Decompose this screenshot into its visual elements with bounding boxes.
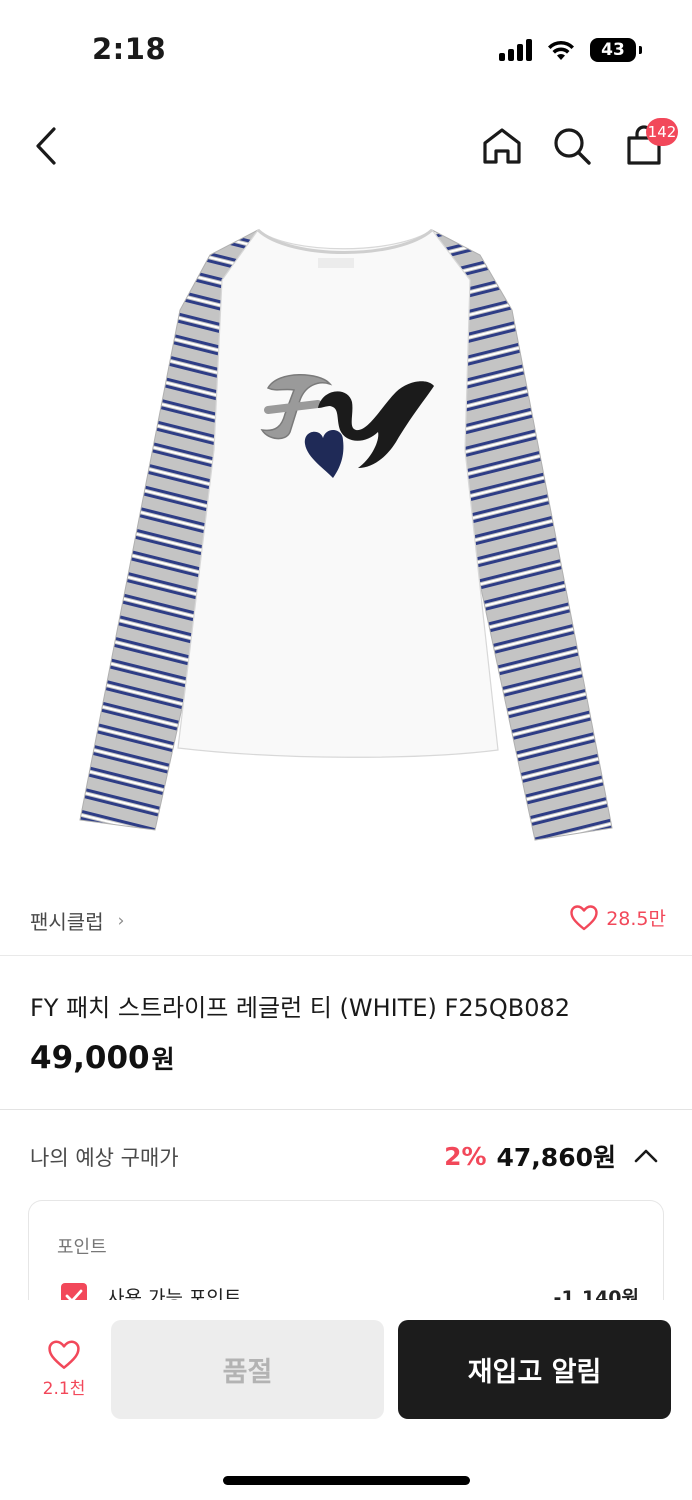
home-button[interactable] — [476, 120, 528, 172]
product-name: FY 패치 스트라이프 레글런 티 (WHITE) F25QB082 — [30, 994, 571, 1022]
price-unit: 원 — [151, 1045, 175, 1074]
divider — [0, 1109, 692, 1110]
top-nav-bar — [0, 110, 692, 182]
checkmark-icon — [65, 1289, 83, 1300]
status-bar: 2:18 43 — [0, 0, 692, 100]
expected-price-toggle[interactable]: 나의 예상 구매가 2% 47,860원 — [0, 1130, 692, 1184]
points-panel: 포인트 사용 가능 포인트 -1,140원 — [28, 1200, 664, 1300]
discount-rate: 2% — [444, 1141, 487, 1171]
divider — [0, 955, 692, 956]
chevron-right-icon: › — [117, 910, 125, 931]
wishlist-button[interactable]: 2.1천 — [20, 1340, 108, 1412]
heart-outline-icon — [570, 904, 598, 930]
brand-row: 팬시클럽 › 28.5만 — [0, 892, 692, 952]
status-icons: 43 — [499, 38, 642, 62]
search-icon — [554, 128, 591, 165]
product-price: 49,000원 — [30, 1040, 175, 1076]
soldout-button[interactable]: 품절 — [111, 1320, 384, 1419]
price-value: 49,000 — [30, 1040, 150, 1076]
points-title: 포인트 — [57, 1237, 107, 1258]
expected-price-summary: 2% 47,860원 — [444, 1138, 658, 1174]
points-label: 사용 가능 포인트 — [107, 1287, 242, 1300]
back-button[interactable] — [22, 120, 70, 172]
search-button[interactable] — [546, 120, 598, 172]
brand-link[interactable]: 팬시클럽 › — [30, 906, 124, 935]
cart-count-badge: 142 — [646, 118, 678, 146]
brand-name: 팬시클럽 — [30, 910, 104, 934]
wishlist-count: 2.1천 — [42, 1379, 86, 1399]
heart-outline-icon — [48, 1340, 80, 1369]
status-time: 2:18 — [92, 32, 167, 66]
wifi-icon — [548, 40, 574, 60]
expected-price-value: 47,860원 — [496, 1143, 616, 1172]
points-value: -1,140원 — [553, 1287, 639, 1300]
signal-icon — [499, 39, 532, 61]
chevron-up-icon — [634, 1149, 658, 1163]
home-indicator — [223, 1476, 470, 1485]
battery-icon: 43 — [590, 38, 642, 62]
like-count-text: 28.5만 — [606, 908, 666, 930]
points-row[interactable]: 사용 가능 포인트 -1,140원 — [59, 1281, 639, 1300]
product-like-button[interactable]: 28.5만 — [570, 904, 666, 931]
product-image[interactable] — [0, 200, 692, 880]
bottom-action-bar: 2.1천 품절 재입고 알림 — [0, 1300, 692, 1500]
home-icon — [483, 128, 521, 164]
points-checkbox[interactable] — [61, 1283, 87, 1300]
expected-price-label: 나의 예상 구매가 — [30, 1146, 179, 1170]
chevron-left-icon — [36, 127, 56, 165]
restock-alert-button[interactable]: 재입고 알림 — [398, 1320, 671, 1419]
